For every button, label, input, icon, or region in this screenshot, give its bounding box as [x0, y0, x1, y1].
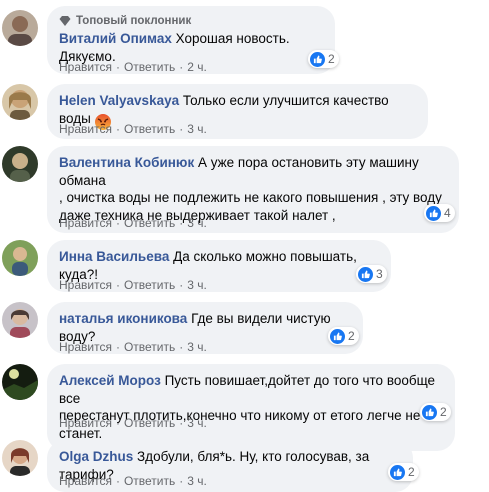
comment-author[interactable]: Olga Dzhus — [59, 449, 133, 464]
reply-link[interactable]: Ответить — [124, 216, 175, 230]
reply-link[interactable]: Ответить — [124, 340, 175, 354]
timestamp[interactable]: 3 ч. — [187, 416, 207, 430]
comment-actions: Нравится · Ответить · 3 ч. — [59, 278, 207, 292]
comment-actions: Нравится · Ответить · 3 ч. — [59, 474, 207, 488]
avatar[interactable] — [2, 146, 38, 182]
like-link[interactable]: Нравится — [59, 278, 112, 292]
like-icon — [310, 51, 325, 67]
like-link[interactable]: Нравится — [59, 216, 112, 230]
comment-text-line: , очистка воды не подлежить не какого по… — [59, 190, 442, 205]
comment-author[interactable]: Алексей Мороз — [59, 373, 161, 388]
comment-actions: Нравится · Ответить · 3 ч. — [59, 340, 207, 354]
avatar[interactable] — [2, 84, 38, 120]
avatar[interactable] — [2, 240, 38, 276]
reply-link[interactable]: Ответить — [124, 60, 175, 74]
timestamp[interactable]: 3 ч. — [187, 216, 207, 230]
comment-author[interactable]: Инна Васильева — [59, 249, 169, 264]
like-link[interactable]: Нравится — [59, 474, 112, 488]
top-fan-badge: Топовый поклонник — [59, 14, 323, 28]
reply-link[interactable]: Ответить — [124, 122, 175, 136]
like-icon — [390, 464, 405, 480]
comment-author[interactable]: наталья иконикова — [59, 311, 187, 326]
reaction-count[interactable]: 3 — [356, 265, 387, 283]
timestamp[interactable]: 3 ч. — [187, 278, 207, 292]
reaction-count[interactable]: 2 — [328, 327, 359, 345]
avatar[interactable] — [2, 302, 38, 338]
comment-actions: Нравится · Ответить · 3 ч. — [59, 216, 207, 230]
reply-link[interactable]: Ответить — [124, 416, 175, 430]
avatar[interactable] — [2, 440, 38, 476]
reaction-count[interactable]: 2 — [420, 403, 451, 421]
timestamp[interactable]: 2 ч. — [187, 60, 207, 74]
timestamp[interactable]: 3 ч. — [187, 122, 207, 136]
like-link[interactable]: Нравится — [59, 60, 112, 74]
like-link[interactable]: Нравится — [59, 416, 112, 430]
timestamp[interactable]: 3 ч. — [187, 340, 207, 354]
avatar[interactable] — [2, 364, 38, 400]
diamond-icon — [59, 16, 71, 26]
reply-link[interactable]: Ответить — [124, 474, 175, 488]
reaction-count[interactable]: 4 — [424, 204, 455, 222]
like-icon — [422, 404, 437, 420]
reply-link[interactable]: Ответить — [124, 278, 175, 292]
like-link[interactable]: Нравится — [59, 340, 112, 354]
comment-actions: Нравится · Ответить · 3 ч. — [59, 122, 207, 136]
comment-bubble: Алексей Мороз Пусть повишает,дойтет до т… — [47, 364, 455, 451]
comment-author[interactable]: Helen Valyavskaya — [59, 93, 179, 108]
like-icon — [330, 328, 345, 344]
timestamp[interactable]: 3 ч. — [187, 474, 207, 488]
like-icon — [426, 205, 441, 221]
avatar[interactable] — [2, 10, 38, 46]
reaction-count[interactable]: 2 — [388, 463, 419, 481]
comment-author[interactable]: Валентина Кобинюк — [59, 155, 194, 170]
comment-author[interactable]: Виталий Опимах — [59, 31, 172, 46]
reaction-count[interactable]: 2 — [308, 50, 339, 68]
comment-actions: Нравится · Ответить · 3 ч. — [59, 416, 207, 430]
like-link[interactable]: Нравится — [59, 122, 112, 136]
like-icon — [358, 266, 373, 282]
comment-actions: Нравится · Ответить · 2 ч. — [59, 60, 207, 74]
